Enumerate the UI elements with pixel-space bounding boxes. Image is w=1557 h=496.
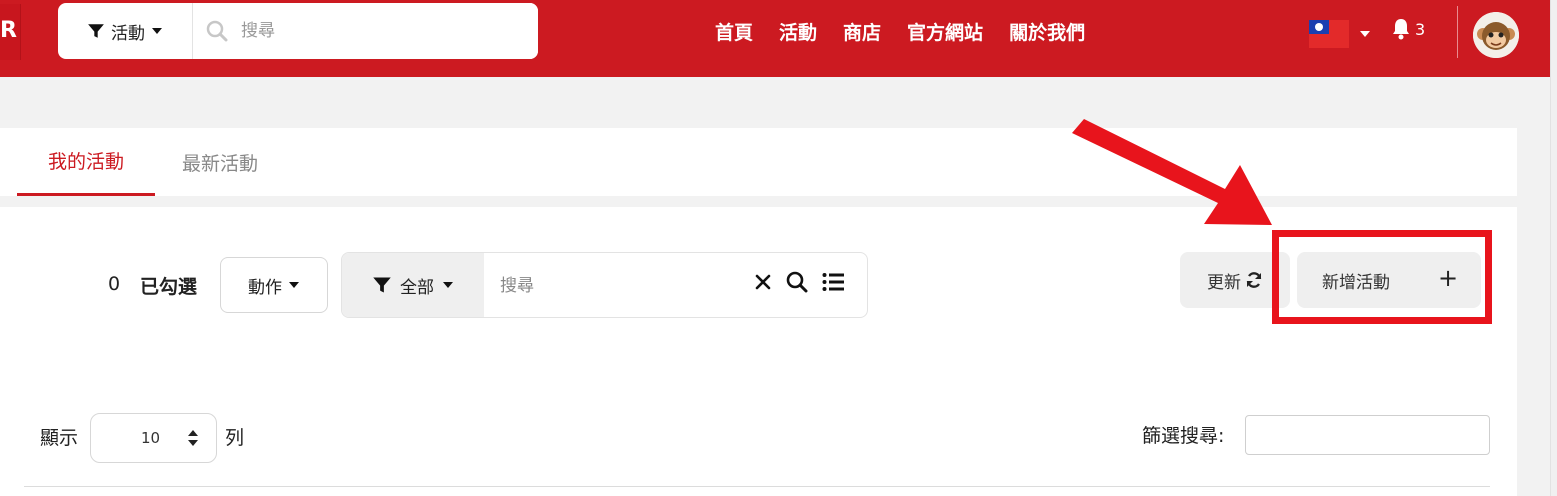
tab-my-activities[interactable]: 我的活動 — [17, 128, 155, 196]
search-icon — [193, 20, 241, 42]
avatar[interactable] — [1473, 12, 1519, 58]
caret-down-icon — [443, 282, 453, 288]
plus-icon: + — [1438, 264, 1459, 292]
clear-icon[interactable] — [754, 273, 772, 291]
selected-label: 已勾選 — [140, 276, 198, 298]
global-search: 活動 — [58, 3, 538, 59]
global-search-input[interactable] — [241, 3, 538, 59]
tab-latest-activities[interactable]: 最新活動 — [182, 128, 258, 196]
filter-search-input[interactable] — [1245, 415, 1490, 455]
search-icon[interactable] — [786, 271, 808, 293]
caret-down-icon — [152, 28, 162, 34]
sort-arrows-icon — [188, 430, 198, 446]
language-flag-icon[interactable] — [1309, 20, 1349, 48]
top-navbar: R 活動 首頁 活動 商店 官方網站 關於我們 3 — [0, 0, 1550, 77]
rows-label: 列 — [225, 427, 245, 449]
nav-home[interactable]: 首頁 — [715, 18, 753, 45]
notification-count: 3 — [1415, 19, 1426, 39]
main-nav: 首頁 活動 商店 官方網站 關於我們 — [715, 18, 1085, 45]
list-filter-label: 全部 — [400, 277, 434, 298]
refresh-label: 更新 — [1207, 272, 1241, 293]
show-label: 顯示 — [40, 427, 79, 449]
filter-icon — [88, 24, 104, 38]
search-filter-label: 活動 — [111, 23, 145, 44]
refresh-button[interactable]: 更新 — [1180, 252, 1290, 308]
scrollbar[interactable] — [1550, 0, 1557, 496]
nav-official-site[interactable]: 官方網站 — [907, 18, 983, 45]
list-search-input[interactable] — [498, 269, 752, 303]
logo[interactable]: R — [0, 4, 21, 60]
tab-bar: 我的活動 最新活動 — [0, 128, 1517, 196]
refresh-icon — [1246, 272, 1262, 288]
filter-icon — [373, 277, 391, 293]
nav-activities[interactable]: 活動 — [779, 18, 817, 45]
list-search-group: 全部 — [341, 252, 868, 318]
add-activity-button[interactable]: 新增活動 + — [1297, 252, 1481, 308]
search-filter-dropdown[interactable]: 活動 — [58, 3, 193, 59]
action-dropdown-button[interactable]: 動作 — [220, 257, 328, 313]
list-filter-dropdown[interactable]: 全部 — [342, 253, 484, 317]
notifications[interactable]: 3 — [1391, 18, 1425, 40]
filter-search-label: 篩選搜尋: — [1142, 425, 1225, 447]
add-activity-label: 新增活動 — [1322, 273, 1390, 293]
divider — [24, 486, 1490, 487]
action-label: 動作 — [248, 277, 282, 298]
language-caret-icon[interactable] — [1359, 30, 1371, 38]
nav-shop[interactable]: 商店 — [843, 18, 881, 45]
list-search-actions — [754, 271, 844, 293]
bell-icon — [1393, 19, 1409, 40]
page-length-value: 10 — [141, 429, 161, 447]
selected-count: 0 — [108, 273, 121, 295]
page-length-select[interactable]: 10 — [90, 413, 217, 463]
activities-panel: 0 已勾選 動作 全部 更新 新增活動 + 顯示 10 — [0, 207, 1517, 496]
caret-down-icon — [289, 282, 299, 288]
divider — [1457, 6, 1458, 58]
list-icon[interactable] — [822, 272, 844, 292]
nav-about-us[interactable]: 關於我們 — [1009, 18, 1085, 45]
